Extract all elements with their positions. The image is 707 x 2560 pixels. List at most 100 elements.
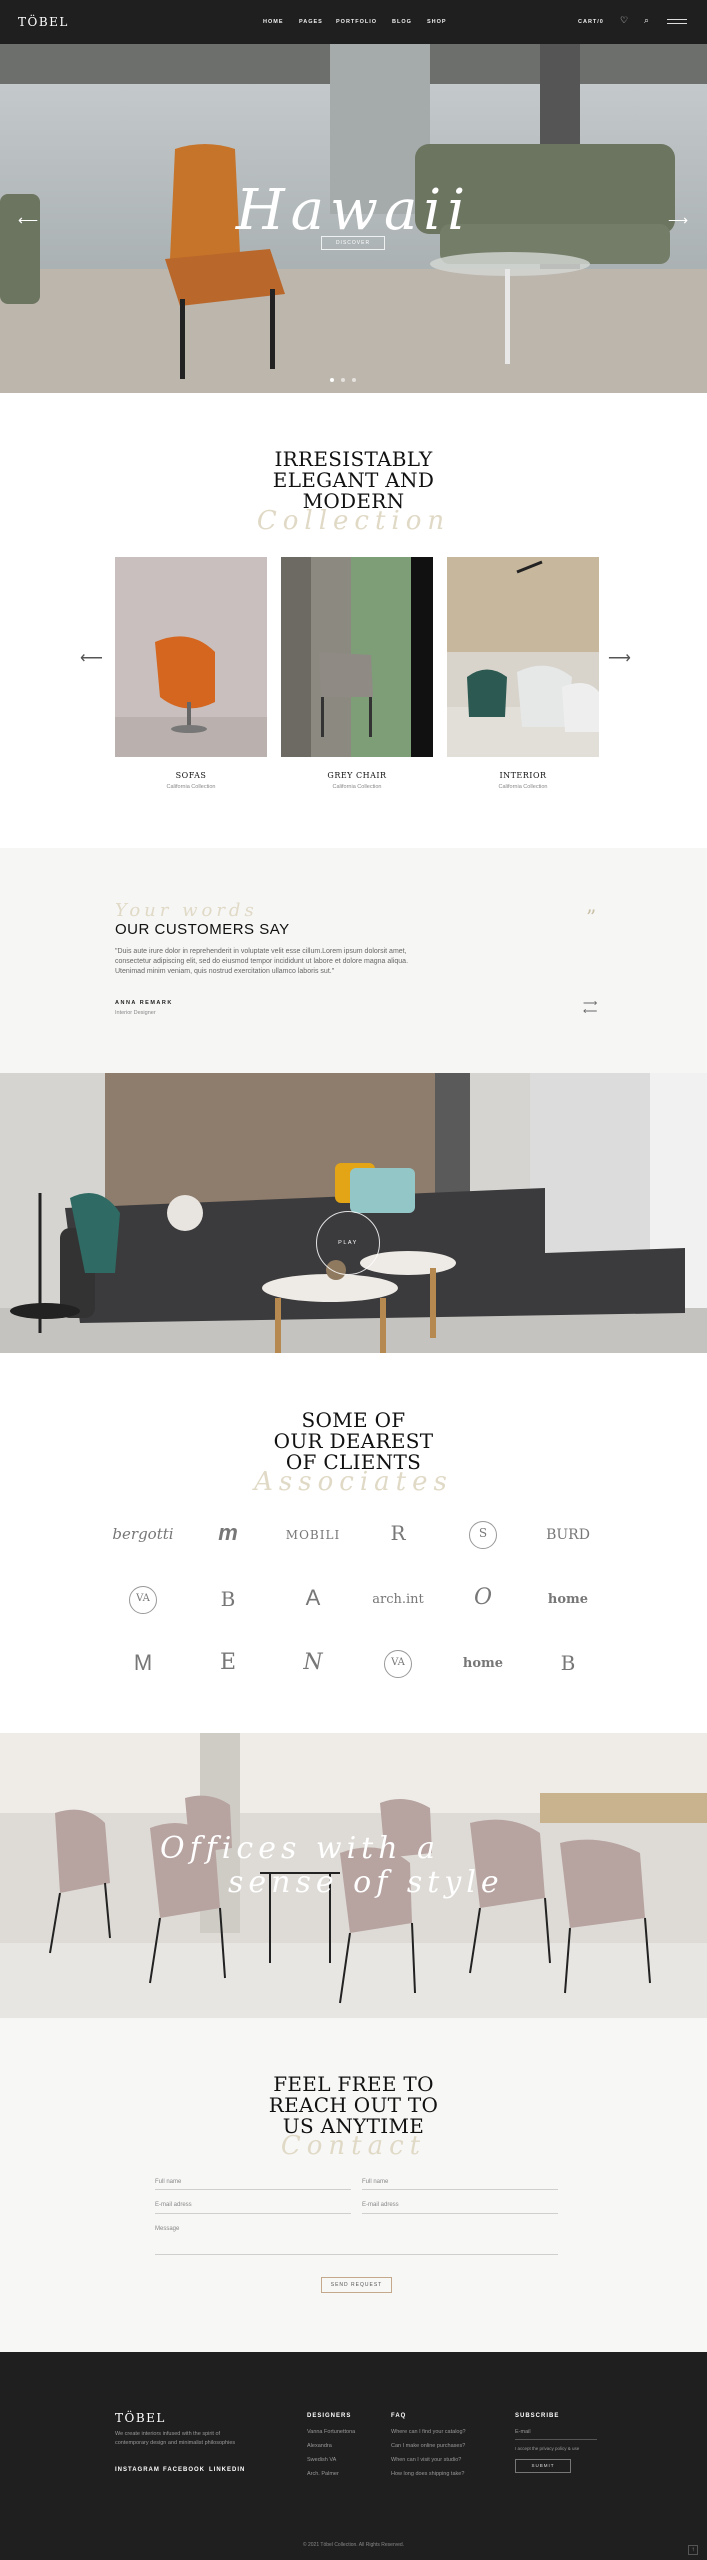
designer-link[interactable]: Swedish VA	[307, 2457, 336, 2463]
client-logo[interactable]: E	[193, 1650, 263, 1675]
hero-slider: Hawaii DISCOVER ⟵ ⟶	[0, 44, 707, 393]
offices-section: Offices with a sense of style	[0, 1733, 707, 2018]
heart-icon[interactable]: ♡	[620, 15, 628, 26]
slider-dot[interactable]	[341, 378, 345, 382]
nav-blog[interactable]: BLOG	[392, 19, 412, 25]
testimonial-quote: "Duis aute irure dolor in reprehenderit …	[115, 948, 409, 975]
designers-heading: DESIGNERS	[307, 2413, 352, 2419]
nav-pages[interactable]: PAGES	[299, 19, 323, 25]
testimonial-role: Interior Designer	[115, 1010, 156, 1016]
client-logo[interactable]: O	[448, 1585, 518, 1610]
clients-title: SOME OF OUR DEAREST OF CLIENTS	[273, 1408, 434, 1474]
social-facebook[interactable]: FACEBOOK	[163, 2467, 205, 2473]
product-image	[115, 557, 267, 757]
faq-link[interactable]: Can I make online purchases?	[391, 2443, 465, 2449]
testimonial-author: ANNA REMARK	[115, 1000, 173, 1006]
quote-icon: ”	[586, 905, 597, 929]
faq-link[interactable]: How long does shipping take?	[391, 2471, 464, 2477]
product-image	[281, 557, 433, 757]
discover-button[interactable]: DISCOVER	[321, 236, 385, 250]
product-sub: California Collection	[332, 784, 382, 790]
hero-next-arrow[interactable]: ⟶	[668, 212, 688, 229]
field-underline	[155, 2254, 558, 2255]
collection-script: Collection	[256, 506, 451, 536]
message-field[interactable]: Message	[155, 2226, 179, 2232]
email-field-2[interactable]: E-mail adress	[362, 2202, 399, 2208]
client-logo[interactable]: B	[533, 1651, 603, 1675]
client-logo[interactable]: N	[278, 1650, 348, 1675]
product-card-grey-chair[interactable]	[281, 557, 433, 757]
faq-link[interactable]: Where can I find your catalog?	[391, 2429, 466, 2435]
site-footer: TÖBEL We create interiors infused with t…	[0, 2352, 707, 2560]
client-logo[interactable]: bergotti	[108, 1525, 178, 1543]
product-name[interactable]: GREY CHAIR	[281, 771, 433, 780]
menu-icon[interactable]	[667, 19, 687, 24]
offices-line2: sense of style	[228, 1865, 504, 1900]
social-linkedin[interactable]: LINKEDIN	[209, 2467, 245, 2473]
nav-shop[interactable]: SHOP	[427, 19, 447, 25]
client-logo[interactable]: home	[533, 1592, 603, 1607]
video-section: PLAY	[0, 1073, 707, 1353]
play-button[interactable]: PLAY	[316, 1211, 380, 1275]
contact-section	[0, 2018, 707, 2352]
contact-script: Contact	[280, 2131, 427, 2161]
contact-title: FEEL FREE TO REACH OUT TO US ANYTIME	[268, 2072, 439, 2138]
hero-title: Hawaii	[235, 178, 472, 243]
client-logo[interactable]: VA	[363, 1657, 433, 1668]
offices-line1: Offices with a	[160, 1831, 440, 1866]
collection-prev-arrow[interactable]: ⟵	[80, 648, 103, 668]
field-underline	[362, 2189, 558, 2190]
field-underline	[515, 2439, 597, 2440]
fullname-field[interactable]: Full name	[155, 2179, 181, 2185]
designer-link[interactable]: Alexandra	[307, 2443, 332, 2449]
social-instagram[interactable]: INSTAGRAM	[115, 2467, 160, 2473]
product-image	[447, 557, 599, 757]
nav-home[interactable]: HOME	[263, 19, 284, 25]
site-header: TÖBEL HOME PAGES PORTFOLIO BLOG SHOP CAR…	[0, 0, 707, 44]
subscribe-heading: SUBSCRIBE	[515, 2413, 560, 2419]
nav-portfolio[interactable]: PORTFOLIO	[336, 19, 377, 25]
hero-prev-arrow[interactable]: ⟵	[18, 212, 38, 229]
email-field[interactable]: E-mail adress	[155, 2202, 192, 2208]
client-logo[interactable]: MOBILI	[278, 1528, 348, 1542]
privacy-consent[interactable]: I accept the privacy policy & use	[515, 2446, 579, 2451]
footer-logo[interactable]: TÖBEL	[115, 2411, 166, 2425]
testimonial-script: Your words	[115, 900, 258, 921]
client-logo[interactable]: S	[448, 1526, 518, 1540]
client-logo[interactable]: VA	[108, 1593, 178, 1604]
product-sub: California Collection	[166, 784, 216, 790]
designer-link[interactable]: Arch. Palmer	[307, 2471, 339, 2477]
scroll-top-icon[interactable]: ↑	[688, 2545, 698, 2555]
client-logo[interactable]: BURD	[533, 1527, 603, 1543]
search-icon[interactable]: ⌕	[644, 15, 649, 26]
site-logo[interactable]: TÖBEL	[18, 15, 69, 29]
subscribe-email-input[interactable]: E-mail	[515, 2429, 531, 2435]
product-name[interactable]: SOFAS	[115, 771, 267, 780]
product-card-sofas[interactable]	[115, 557, 267, 757]
testimonial-title: OUR CUSTOMERS SAY	[115, 921, 290, 938]
cart-link[interactable]: CART/0	[578, 19, 604, 25]
collection-next-arrow[interactable]: ⟶	[608, 648, 631, 668]
product-sub: California Collection	[498, 784, 548, 790]
faq-link[interactable]: When can I visit your studio?	[391, 2457, 461, 2463]
collection-title: IRRESISTABLY ELEGANT AND MODERN	[272, 447, 435, 513]
product-card-interior[interactable]	[447, 557, 599, 757]
slider-dot[interactable]	[330, 378, 334, 382]
slider-dot[interactable]	[352, 378, 356, 382]
clients-script: Associates	[254, 1467, 453, 1497]
fullname-field-2[interactable]: Full name	[362, 2179, 388, 2185]
field-underline	[155, 2213, 351, 2214]
client-logo[interactable]: home	[448, 1656, 518, 1671]
designer-link[interactable]: Vanna Fortunettona	[307, 2429, 355, 2435]
client-logo[interactable]: M	[108, 1650, 178, 1676]
testimonial-nav-arrows[interactable]: ⟶ ⟵	[583, 999, 597, 1017]
send-request-button[interactable]: SEND REQUEST	[321, 2277, 392, 2293]
footer-description: We create interiors infused with the spi…	[115, 2431, 236, 2446]
client-logo[interactable]: A	[278, 1585, 348, 1611]
client-logo[interactable]: arch.int	[363, 1592, 433, 1607]
client-logo[interactable]: m	[193, 1520, 263, 1546]
product-name[interactable]: INTERIOR	[447, 771, 599, 780]
client-logo[interactable]: R	[363, 1521, 433, 1545]
client-logo[interactable]: B	[193, 1587, 263, 1611]
subscribe-submit-button[interactable]: SUBMIT	[515, 2459, 571, 2473]
